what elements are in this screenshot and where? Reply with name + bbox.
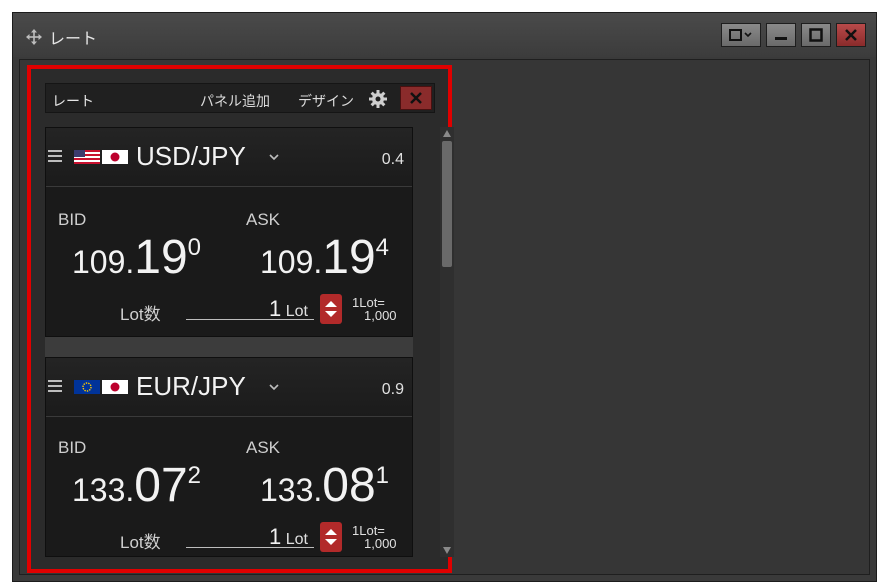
minimize-button[interactable] xyxy=(766,23,796,47)
ask-price[interactable]: 109.194 xyxy=(260,230,389,285)
move-icon[interactable] xyxy=(25,28,43,46)
lot-label: Lot数 xyxy=(120,533,161,552)
bid-label: BID xyxy=(58,438,87,457)
card-separator xyxy=(45,337,413,357)
panel-close-button[interactable] xyxy=(400,86,432,110)
rate-card-header: EUR/JPY 0.9 xyxy=(46,358,412,417)
window-menu-button[interactable] xyxy=(721,23,761,47)
scroll-thumb[interactable] xyxy=(442,141,452,267)
bid-price[interactable]: 133.072 xyxy=(72,458,201,513)
chevron-down-icon xyxy=(325,311,337,317)
maximize-icon xyxy=(809,28,823,42)
close-icon xyxy=(410,92,422,104)
rate-card-usdjpy: USD/JPY 0.4 BID ASK 109.190 109.194 Lot数… xyxy=(45,127,413,337)
window-close-button[interactable] xyxy=(836,23,866,47)
chevron-down-icon[interactable] xyxy=(268,381,280,393)
bid-label: BID xyxy=(58,210,87,229)
lot-size-note: 1Lot= 1,000 xyxy=(352,523,397,551)
ask-label: ASK xyxy=(246,438,281,457)
close-icon xyxy=(845,29,857,41)
chevron-down-icon xyxy=(325,539,337,545)
ask-price[interactable]: 133.081 xyxy=(260,458,389,513)
window-title: レート xyxy=(49,31,98,48)
chevron-down-icon[interactable] xyxy=(268,151,280,163)
us-flag-icon xyxy=(74,150,100,164)
chevron-up-icon xyxy=(325,301,337,307)
lot-label: Lot数 xyxy=(120,305,161,324)
scroll-up-arrow[interactable] xyxy=(443,130,451,137)
spread-value: 0.9 xyxy=(381,381,404,398)
rate-panel: レート パネル追加 デザイン USD/JPY 0.4 BID ASK 109.1… xyxy=(27,65,454,573)
panel-header: レート パネル追加 デザイン xyxy=(45,83,435,113)
maximize-button[interactable] xyxy=(801,23,831,47)
window-menu-icon xyxy=(729,29,752,41)
lot-stepper[interactable] xyxy=(320,294,342,324)
currency-pair[interactable]: USD/JPY xyxy=(136,141,246,172)
design-button[interactable]: デザイン xyxy=(298,91,354,111)
lot-stepper[interactable] xyxy=(320,522,342,552)
minimize-icon xyxy=(775,37,787,40)
panel-title: レート xyxy=(52,93,94,109)
add-panel-button[interactable]: パネル追加 xyxy=(200,91,270,111)
jp-flag-icon xyxy=(102,380,128,394)
ask-label: ASK xyxy=(246,210,281,229)
jp-flag-icon xyxy=(102,150,128,164)
lot-quantity-input[interactable]: 1 Lot xyxy=(186,296,314,321)
lot-size-note: 1Lot= 1,000 xyxy=(352,295,397,323)
rate-window: レート レート パネル追加 デザイン USD/JPY 0.4 BID ASK 1… xyxy=(12,12,877,582)
drag-handle-icon[interactable] xyxy=(48,380,62,392)
panel-scrollbar[interactable] xyxy=(440,127,454,557)
gear-icon[interactable] xyxy=(367,88,389,110)
chevron-up-icon xyxy=(325,529,337,535)
window-titlebar[interactable]: レート xyxy=(13,13,876,57)
lot-quantity-input[interactable]: 1 Lot xyxy=(186,524,314,549)
bid-price[interactable]: 109.190 xyxy=(72,230,201,285)
drag-handle-icon[interactable] xyxy=(48,150,62,162)
spread-value: 0.4 xyxy=(381,151,404,168)
scroll-down-arrow[interactable] xyxy=(443,547,451,554)
currency-pair[interactable]: EUR/JPY xyxy=(136,371,246,402)
rate-card-eurjpy: EUR/JPY 0.9 BID ASK 133.072 133.081 Lot数… xyxy=(45,357,413,557)
eu-flag-icon xyxy=(74,380,100,394)
rate-card-header: USD/JPY 0.4 xyxy=(46,128,412,187)
